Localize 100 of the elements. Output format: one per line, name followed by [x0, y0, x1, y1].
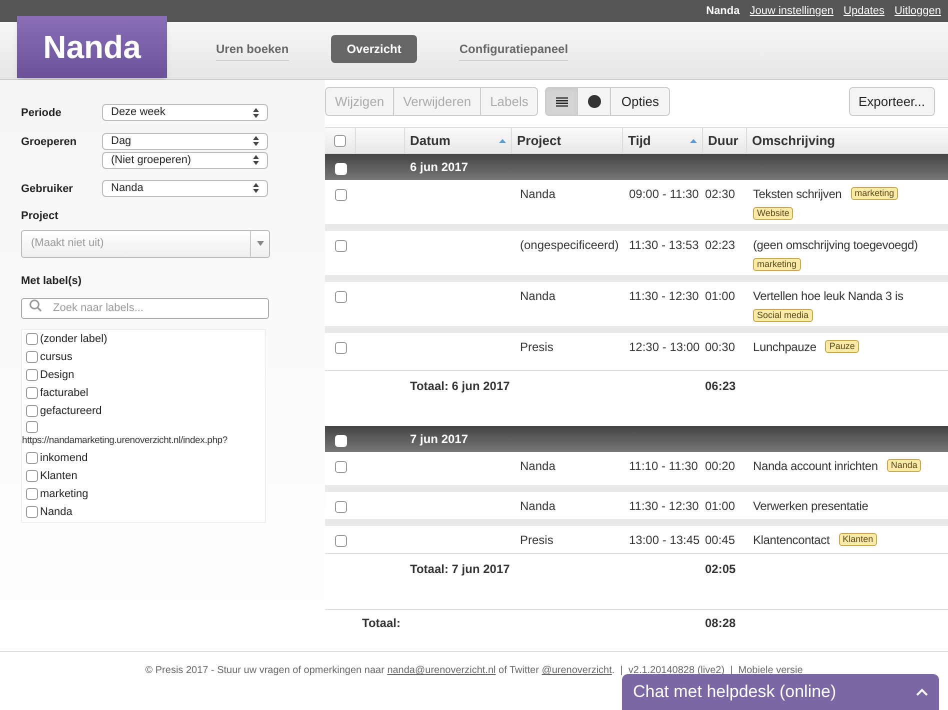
label-option[interactable]: cursus [40, 348, 72, 366]
label-tag: marketing [850, 187, 898, 200]
label-option[interactable]: marketing [40, 486, 88, 502]
updown-icon [253, 155, 259, 165]
chart-view-button[interactable] [578, 87, 612, 116]
label-tag: Pauze [825, 340, 859, 353]
checkbox[interactable] [334, 342, 346, 354]
checkbox[interactable] [334, 134, 346, 146]
table-cell-text: 01:00 [704, 498, 736, 515]
email-link[interactable]: nanda@urenoverzicht.nl [387, 665, 496, 676]
checkbox[interactable] [26, 351, 38, 363]
table-cell-text: Klantencontact [753, 532, 830, 549]
dropdown[interactable]: Deze week [102, 104, 268, 121]
table-cell-text: 00:20 [704, 458, 736, 475]
column-header[interactable]: Project [512, 128, 623, 153]
chevron-up-icon [916, 688, 928, 696]
group-date: 7 jun 2017 [409, 431, 470, 448]
table-cell-text: Presis [519, 532, 554, 549]
table-cell-text: 00:45 [704, 532, 736, 549]
list-view-button[interactable] [545, 87, 578, 116]
caret-icon [256, 241, 264, 246]
label-option[interactable]: Design [40, 366, 74, 384]
checkbox[interactable] [334, 291, 346, 303]
sort-icon [690, 138, 697, 142]
label-tag: Social media [753, 309, 813, 322]
checkbox[interactable] [334, 189, 346, 201]
dropdown[interactable]: Nanda [102, 180, 268, 196]
filter-label: Groeperen [21, 134, 78, 150]
label-tag: Klanten [838, 533, 878, 546]
label-option[interactable]: gefactureerd [40, 402, 102, 420]
top-link[interactable]: Uitloggen [894, 2, 941, 20]
table-cell-text: Teksten schrijven [753, 186, 842, 203]
column-header[interactable]: Duur [703, 128, 747, 153]
dropdown[interactable]: (Niet groeperen) [102, 152, 268, 168]
filter-label: Project [21, 209, 60, 224]
checkbox[interactable] [26, 506, 38, 518]
table-cell-text: 01:00 [704, 288, 736, 305]
table-cell-text: (geen omschrijving toegevoegd) [753, 237, 918, 254]
group-total-label: Totaal: 6 jun 2017 [409, 378, 511, 394]
label-option[interactable]: inkomend [40, 450, 88, 466]
table-cell-text: (ongespecificeerd) [519, 237, 620, 254]
checkbox[interactable] [334, 240, 346, 252]
table-cell-text: 11:10 - 11:30 [628, 458, 699, 475]
filter-label: Periode [21, 106, 62, 121]
checkbox[interactable] [26, 452, 38, 464]
options-button[interactable]: Opties [611, 87, 670, 116]
group-date: 6 jun 2017 [409, 159, 470, 176]
updown-icon [253, 108, 259, 118]
filter-label: Gebruiker [21, 182, 74, 196]
group-total: 06:23 [704, 378, 737, 394]
group-total-label: Totaal: 7 jun 2017 [409, 560, 511, 578]
table-cell-text: Nanda [519, 458, 556, 475]
label-option[interactable]: https://nandamarketing.urenoverzicht.nl/index.php? [22, 433, 265, 449]
label-tag: Website [753, 207, 794, 220]
nav-tab[interactable]: Configuratiepaneel [459, 38, 568, 60]
table-cell-text: Nanda [519, 186, 556, 203]
table-cell-text: Presis [519, 339, 554, 356]
table-cell-text: 00:30 [704, 339, 736, 356]
logo: Nanda [17, 16, 167, 78]
checkbox[interactable] [26, 420, 38, 432]
top-link[interactable]: Updates [844, 2, 885, 20]
twitter-link[interactable]: @urenoverzicht [542, 665, 612, 676]
label-option[interactable]: (zonder label) [40, 330, 108, 348]
chat-widget[interactable]: Chat met helpdesk (online) [622, 674, 939, 710]
top-link[interactable]: Jouw instellingen [750, 2, 834, 20]
search-icon [29, 299, 42, 312]
table-cell-text: 11:30 - 12:30 [628, 288, 700, 305]
label-option[interactable]: Nanda [40, 504, 72, 520]
nav-tab[interactable]: Overzicht [330, 35, 418, 63]
checkbox[interactable] [26, 488, 38, 500]
checkbox[interactable] [26, 369, 38, 381]
checkbox[interactable] [334, 535, 346, 547]
label-option[interactable]: facturabel [40, 384, 88, 402]
column-header[interactable]: Tijd [623, 128, 703, 153]
user-name: Nanda [706, 4, 740, 19]
checkbox[interactable] [26, 387, 38, 399]
column-header[interactable]: Datum [405, 128, 512, 153]
nav-tab[interactable]: Uren boeken [216, 38, 289, 60]
checkbox[interactable] [26, 405, 38, 417]
label-option[interactable]: Klanten [40, 468, 78, 484]
label-tag: Nanda [886, 459, 922, 472]
table-cell-text: Verwerken presentatie [753, 498, 868, 515]
checkbox[interactable] [334, 461, 346, 473]
grand-total: 08:28 [704, 615, 737, 632]
table-cell-text: Vertellen hoe leuk Nanda 3 is [753, 288, 904, 305]
checkbox[interactable] [26, 333, 38, 345]
label-tag: marketing [753, 258, 801, 271]
checkbox[interactable] [334, 501, 346, 513]
label-search-field[interactable]: Zoek naar labels... [21, 298, 269, 318]
table-cell-text: Nanda [519, 288, 556, 305]
mobile-link[interactable]: Mobiele versie [738, 665, 803, 676]
table-cell-text: 02:23 [704, 237, 736, 254]
table-cell-text: 02:30 [704, 186, 736, 203]
checkbox[interactable] [26, 470, 38, 482]
table-cell-text: 11:30 - 12:30 [628, 498, 700, 515]
export-button[interactable]: Exporteer... [848, 87, 935, 116]
dropdown[interactable]: Dag [102, 132, 268, 150]
filter-label: Met label(s) [21, 274, 83, 288]
sort-icon [499, 138, 506, 142]
column-header[interactable]: Omschrijving [747, 128, 948, 153]
